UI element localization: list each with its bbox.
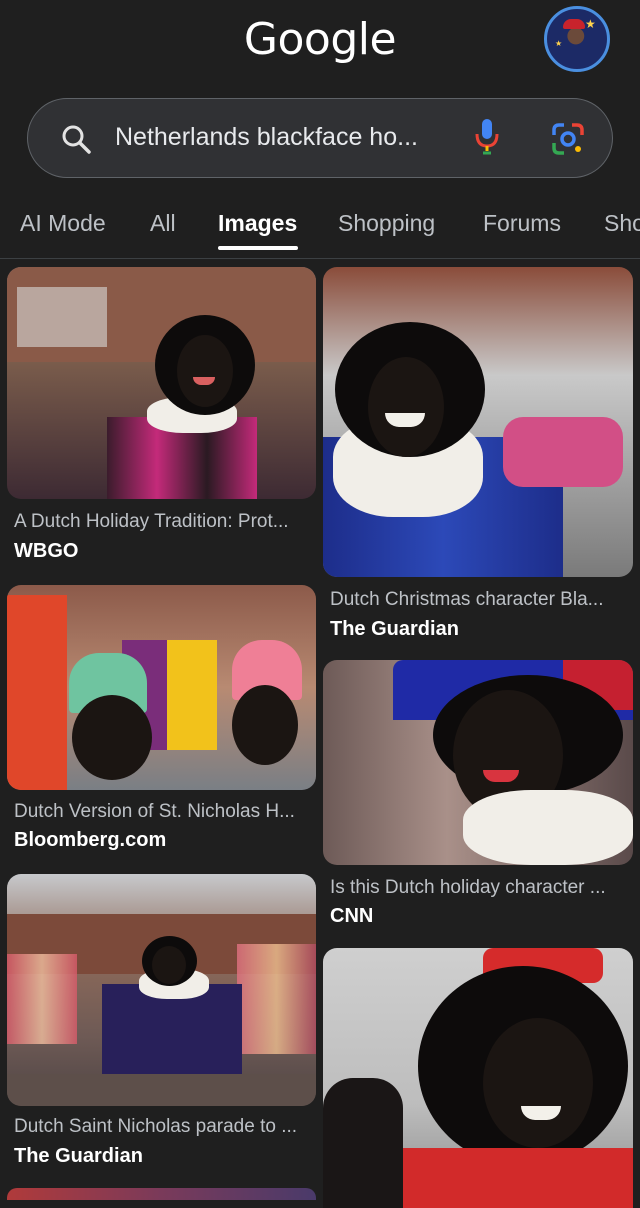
header: Google ★ ★	[0, 0, 640, 90]
avatar-star-icon: ★	[555, 39, 563, 48]
result-source[interactable]: CNN	[330, 905, 373, 928]
result-thumbnail[interactable]	[323, 267, 633, 577]
result-caption[interactable]: Dutch Saint Nicholas parade to ...	[14, 1116, 297, 1138]
sleeve-shape	[503, 417, 623, 487]
costume-shape	[167, 640, 217, 750]
result-source[interactable]: WBGO	[14, 540, 78, 563]
face-shape	[177, 335, 233, 407]
result-caption[interactable]: A Dutch Holiday Tradition: Prot...	[14, 511, 289, 533]
collar-shape	[463, 790, 633, 865]
result-thumbnail[interactable]	[323, 948, 633, 1208]
result-caption[interactable]: Dutch Version of St. Nicholas H...	[14, 801, 295, 823]
face-shape	[152, 946, 186, 984]
face-shape	[483, 1018, 593, 1148]
search-bar[interactable]: Netherlands blackface ho...	[27, 98, 613, 178]
face-shape	[72, 695, 152, 780]
image-result-card[interactable]: Is this Dutch holiday character ... CNN	[323, 660, 633, 930]
crowd-shape	[7, 954, 77, 1044]
street-shape	[7, 1074, 316, 1106]
result-thumbnail[interactable]	[7, 874, 316, 1106]
image-result-card[interactable]	[323, 948, 633, 1208]
face-shape	[368, 357, 444, 457]
result-source[interactable]: The Guardian	[330, 618, 459, 641]
result-caption[interactable]: Dutch Christmas character Bla...	[330, 589, 603, 611]
result-thumbnail[interactable]	[7, 585, 316, 790]
image-result-card[interactable]: A Dutch Holiday Tradition: Prot... WBGO	[7, 267, 316, 567]
profile-avatar[interactable]: ★ ★	[544, 6, 610, 72]
result-source[interactable]: Bloomberg.com	[14, 829, 166, 852]
avatar-star-icon: ★	[585, 17, 596, 31]
google-lens-icon[interactable]	[550, 121, 586, 157]
window-shape	[17, 287, 107, 347]
search-icon[interactable]	[60, 123, 92, 155]
crowd-shape	[237, 944, 316, 1054]
gloved-hand-shape	[323, 1078, 403, 1208]
search-tabs: AI Mode All Images Shopping Forums Sho	[0, 196, 640, 259]
costume-shape	[102, 984, 242, 1084]
tab-images[interactable]: Images	[218, 210, 297, 237]
image-result-card[interactable]: Dutch Christmas character Bla... The Gua…	[323, 267, 633, 647]
image-result-card[interactable]: Dutch Version of St. Nicholas H... Bloom…	[7, 585, 316, 865]
image-result-card[interactable]: Dutch Saint Nicholas parade to ... The G…	[7, 874, 316, 1174]
costume-shape	[383, 1148, 633, 1208]
tab-all[interactable]: All	[150, 210, 176, 237]
tab-forums[interactable]: Forums	[483, 210, 561, 237]
avatar-cap-shape	[563, 19, 585, 29]
search-input[interactable]: Netherlands blackface ho...	[115, 123, 418, 152]
result-thumbnail[interactable]	[323, 660, 633, 865]
tab-ai-mode[interactable]: AI Mode	[20, 210, 106, 237]
result-thumbnail[interactable]	[7, 267, 316, 499]
active-tab-indicator	[218, 246, 298, 250]
result-source[interactable]: The Guardian	[14, 1145, 143, 1168]
microphone-icon[interactable]	[474, 117, 500, 157]
face-shape	[232, 685, 298, 765]
next-result-thumbnail[interactable]	[7, 1188, 316, 1200]
tab-shopping[interactable]: Shopping	[338, 210, 435, 237]
tab-short-videos[interactable]: Sho	[604, 210, 640, 237]
flag-shape	[7, 595, 67, 790]
result-caption[interactable]: Is this Dutch holiday character ...	[330, 877, 606, 899]
